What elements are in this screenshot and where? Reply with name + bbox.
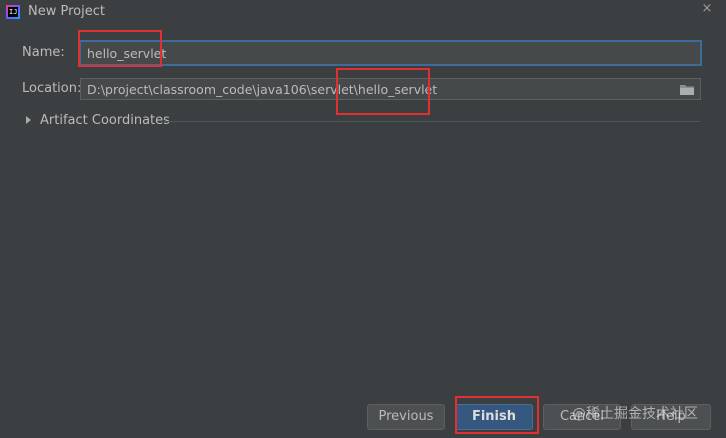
chevron-right-icon[interactable] <box>26 116 31 124</box>
watermark: @稀土掘金技术社区 <box>572 406 698 422</box>
location-label: Location: <box>22 81 82 96</box>
title-bar: IJ New Project × <box>0 0 726 24</box>
name-label: Name: <box>22 45 65 60</box>
previous-button[interactable]: Previous <box>367 404 445 430</box>
new-project-dialog: IJ New Project × Name: Location: Artifac… <box>0 0 726 438</box>
project-location-input[interactable] <box>80 78 701 100</box>
close-icon[interactable]: × <box>700 2 714 16</box>
project-name-input[interactable] <box>80 41 701 65</box>
app-icon-letters: IJ <box>8 7 18 17</box>
intellij-icon: IJ <box>6 5 20 19</box>
artifact-coordinates-toggle[interactable]: Artifact Coordinates <box>40 113 170 128</box>
finish-button[interactable]: Finish <box>455 404 533 430</box>
folder-icon[interactable] <box>679 82 695 96</box>
artifact-separator <box>164 121 700 122</box>
window-title: New Project <box>28 4 105 19</box>
